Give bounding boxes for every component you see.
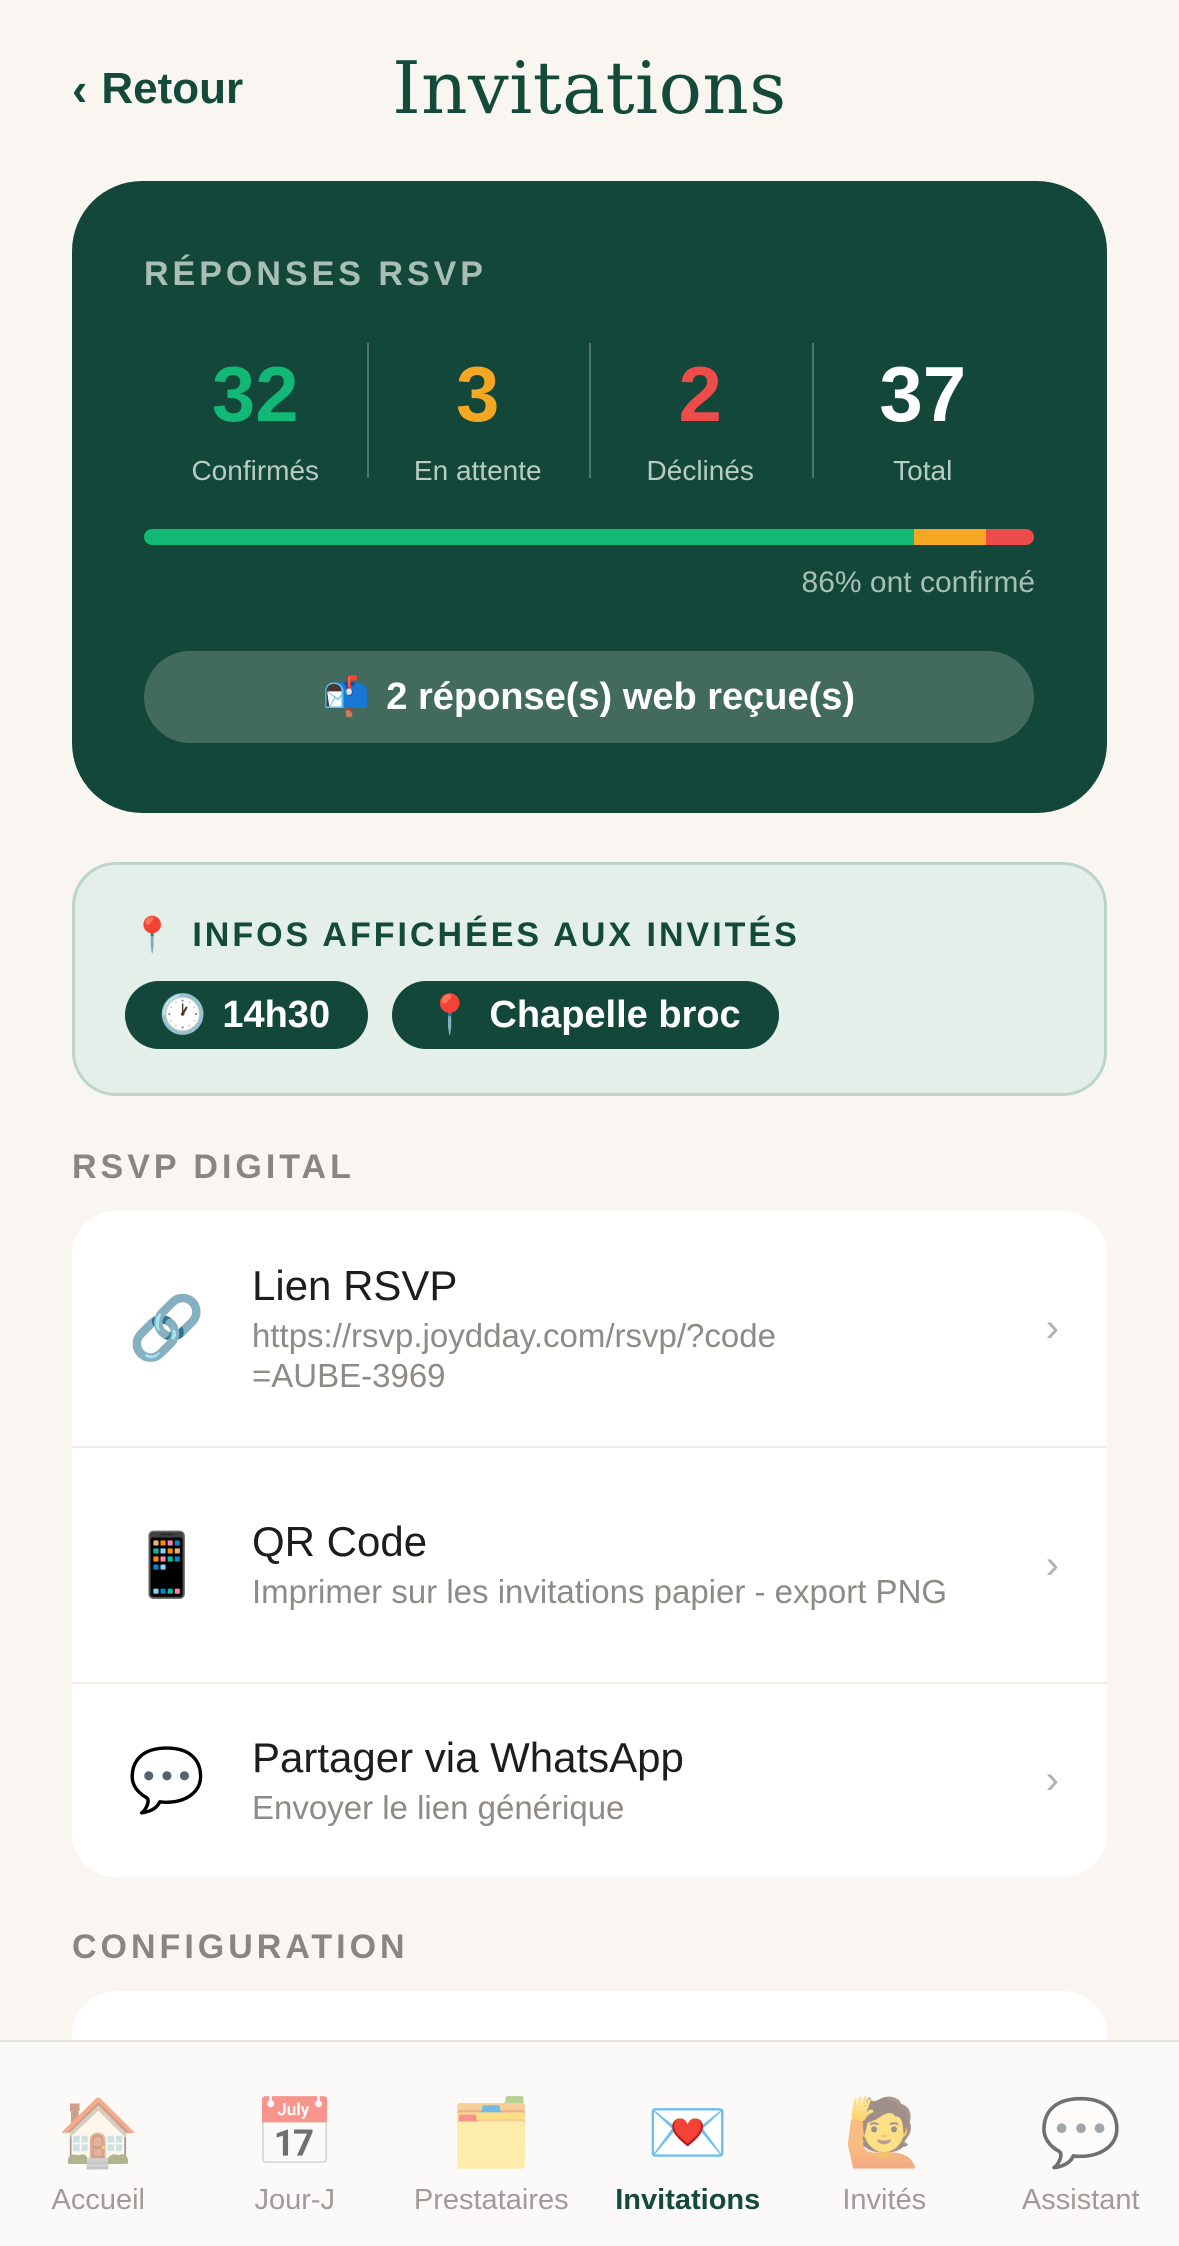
chevron-right-icon: › [1045, 1542, 1059, 1587]
tab-label: Assistant [1021, 2184, 1140, 2216]
list-item-subtitle: Imprimer sur les invitations papier - ex… [252, 1573, 948, 1610]
list-item-text: Partager via WhatsApp Envoyer le lien gé… [252, 1734, 982, 1828]
time-chip-label: 14h30 [222, 993, 331, 1036]
list-item-qr-code[interactable]: 📱 QR Code Imprimer sur les invitations p… [72, 1446, 1107, 1682]
stat-confirmed-label: Confirmés [191, 455, 320, 486]
house-icon: 🏠 [57, 2095, 140, 2169]
stat-confirmed: 32 Confirmés [144, 343, 367, 486]
stat-pending: 3 En attente [366, 343, 590, 486]
tab-label: Invitations [615, 2184, 761, 2216]
stat-declined: 2 Déclinés [589, 343, 812, 486]
speech-bubble-icon: 💬 [1039, 2095, 1122, 2169]
tab-assistant[interactable]: 💬 Assistant [983, 2042, 1179, 2246]
list-item-title: Partager via WhatsApp [252, 1733, 684, 1781]
web-responses-label: 2 réponse(s) web reçue(s) [386, 675, 856, 718]
web-responses-button[interactable]: 📬 2 réponse(s) web reçue(s) [144, 651, 1034, 743]
list-item-title: QR Code [252, 1518, 428, 1565]
tab-label: Jour-J [254, 2184, 336, 2216]
rsvp-section-label: RÉPONSES RSVP [144, 255, 487, 293]
list-item-text: Lien RSVP https://rsvp.joydday.com/rsvp/… [252, 1262, 982, 1396]
guest-info-title-text: INFOS AFFICHÉES AUX INVITÉS [192, 915, 800, 954]
section-label-rsvp-digital: RSVP DIGITAL [72, 1148, 355, 1186]
location-chip[interactable]: 📍 Chapelle broc [392, 981, 779, 1049]
list-item-rsvp-link[interactable]: 🔗 Lien RSVP https://rsvp.joydday.com/rsv… [72, 1211, 1107, 1446]
header: ‹ Retour Invitations [0, 0, 1179, 180]
tab-label: Accueil [51, 2184, 146, 2216]
stat-confirmed-value: 32 [211, 350, 299, 438]
tab-label: Prestataires [413, 2184, 569, 2216]
tab-invitations[interactable]: 💌 Invitations [590, 2042, 787, 2246]
stat-pending-value: 3 [456, 350, 500, 438]
love-letter-icon: 💌 [646, 2095, 729, 2169]
stat-total: 37 Total [811, 343, 1035, 486]
calendar-icon: 📅 [253, 2095, 336, 2169]
tab-prestataires[interactable]: 🗂️ Prestataires [393, 2042, 590, 2246]
pin-icon: 📍 [131, 916, 177, 954]
mailbox-icon: 📬 [322, 676, 371, 718]
tab-jour-j[interactable]: 📅 Jour-J [197, 2042, 394, 2246]
stat-total-value: 37 [879, 350, 967, 438]
progress-declined-segment [985, 529, 1034, 545]
progress-confirmed-segment [144, 529, 914, 545]
page-title: Invitations [392, 46, 787, 130]
time-chip[interactable]: 🕐 14h30 [125, 981, 369, 1049]
stat-declined-label: Déclinés [646, 455, 754, 486]
guest-info-chips: 🕐 14h30 📍 Chapelle broc [125, 981, 779, 1049]
link-icon: 🔗 [128, 1294, 206, 1363]
rsvp-stats: 32 Confirmés 3 En attente 2 Déclinés 37 … [144, 343, 1035, 486]
stat-total-label: Total [893, 455, 953, 486]
list-item-title: Lien RSVP [252, 1261, 458, 1309]
tab-accueil[interactable]: 🏠 Accueil [0, 2042, 197, 2246]
tab-label: Invités [842, 2184, 927, 2216]
stat-declined-value: 2 [678, 350, 722, 438]
confirmed-percent-text: 86% ont confirmé [801, 566, 1035, 599]
pin-icon: 📍 [426, 994, 474, 1036]
list-item-whatsapp-share[interactable]: 💬 Partager via WhatsApp Envoyer le lien … [72, 1682, 1107, 1877]
section-label-configuration: CONFIGURATION [72, 1928, 409, 1966]
guest-info-card: 📍 INFOS AFFICHÉES AUX INVITÉS 🕐 14h30 📍 … [72, 862, 1107, 1096]
chevron-right-icon: › [1045, 1758, 1059, 1802]
list-item-text: QR Code Imprimer sur les invitations pap… [252, 1518, 982, 1612]
mobile-phone-icon: 📱 [128, 1530, 206, 1600]
list-item-subtitle: https://rsvp.joydday.com/rsvp/?code=AUBE… [252, 1316, 776, 1394]
card-index-icon: 🗂️ [450, 2095, 533, 2169]
list-item-subtitle: Envoyer le lien générique [252, 1788, 625, 1826]
rsvp-digital-list: 🔗 Lien RSVP https://rsvp.joydday.com/rsv… [72, 1211, 1107, 1877]
guest-info-title: 📍 INFOS AFFICHÉES AUX INVITÉS [131, 915, 800, 955]
rsvp-progress-bar [144, 529, 1034, 545]
chevron-right-icon: › [1045, 1306, 1059, 1350]
tab-invites[interactable]: 🙋 Invités [786, 2042, 983, 2246]
location-chip-label: Chapelle broc [489, 993, 741, 1036]
speech-bubble-icon: 💬 [128, 1746, 206, 1815]
stat-pending-label: En attente [413, 455, 542, 486]
raising-hand-icon: 🙋 [843, 2095, 926, 2169]
rsvp-summary-card: RÉPONSES RSVP 32 Confirmés 3 En attente … [72, 181, 1107, 813]
progress-pending-segment [913, 529, 986, 545]
clock-icon: 🕐 [159, 994, 207, 1036]
bottom-tab-bar: 🏠 Accueil 📅 Jour-J 🗂️ Prestataires 💌 Inv… [0, 2040, 1179, 2246]
